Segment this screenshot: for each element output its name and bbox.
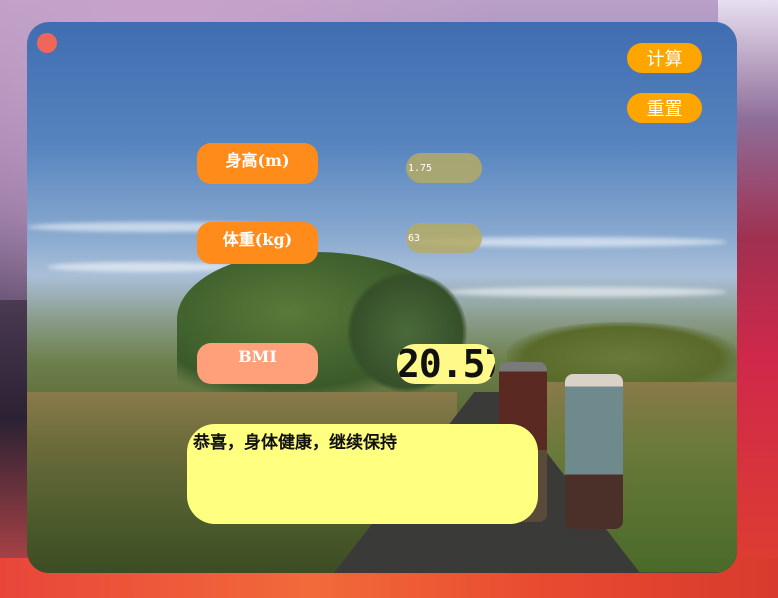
close-button[interactable]	[37, 33, 57, 53]
background-person	[565, 374, 623, 529]
bmi-calculator-window: 计算 重置 身高(m) 体重(kg) BMI 20.57 恭喜，身体健康，继续保…	[27, 22, 737, 573]
reset-button[interactable]: 重置	[627, 93, 702, 123]
calculate-button[interactable]: 计算	[627, 43, 702, 73]
height-input[interactable]	[406, 153, 482, 183]
health-message: 恭喜，身体健康，继续保持	[187, 424, 538, 524]
bmi-label: BMI	[197, 343, 318, 384]
weight-label: 体重(kg)	[197, 222, 318, 264]
background-cloud	[447, 287, 727, 297]
bmi-value-display: 20.57	[397, 344, 495, 384]
weight-input[interactable]	[406, 223, 482, 253]
height-label: 身高(m)	[197, 143, 318, 184]
